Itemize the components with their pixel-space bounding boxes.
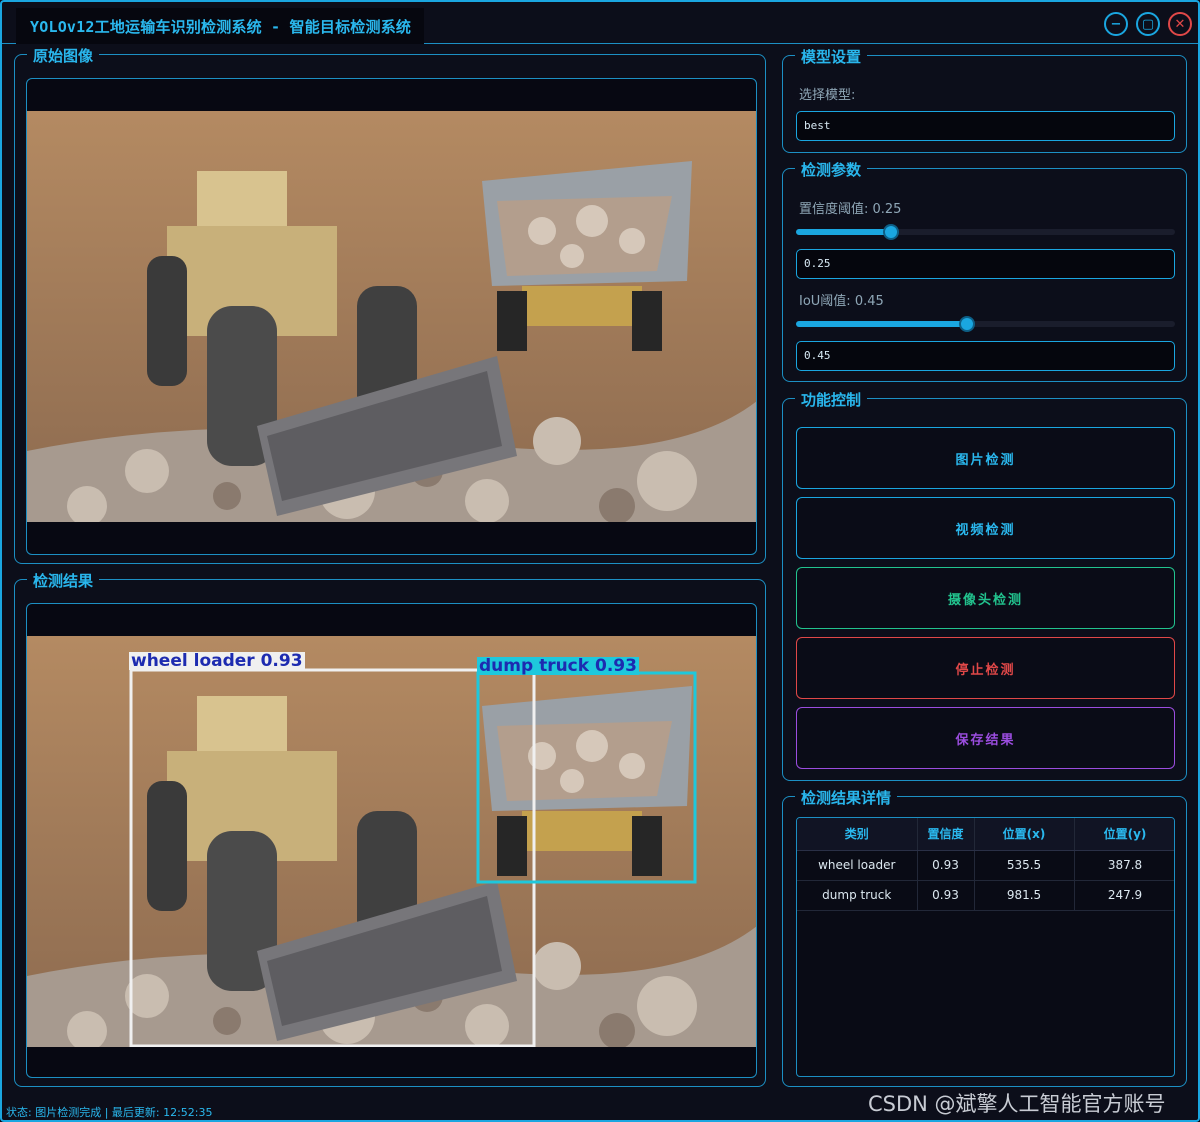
close-icon: ✕ (1174, 16, 1186, 32)
result-image: wheel loader 0.93 dump truck 0.93 (27, 636, 756, 1047)
app-window: YOLOv12工地运输车识别检测系统 - 智能目标检测系统 − ▢ ✕ 原始图像 (0, 0, 1200, 1122)
result-image-frame: wheel loader 0.93 dump truck 0.93 (26, 603, 757, 1078)
close-button[interactable]: ✕ (1168, 12, 1192, 36)
camera-detect-button[interactable]: 摄像头检测 (796, 567, 1175, 629)
table-cell-position-y: 387.8 (1074, 850, 1174, 881)
confidence-slider-handle[interactable] (882, 224, 899, 240)
table-cell-confidence: 0.93 (917, 850, 975, 881)
iou-threshold-label: IoU阈值: 0.45 (799, 294, 884, 309)
function-controls-panel: 功能控制 图片检测 视频检测 摄像头检测 停止检测 保存结果 (782, 389, 1187, 781)
table-row[interactable]: dump truck 0.93 981.5 247.9 (797, 880, 1174, 911)
detection-params-panel: 检测参数 置信度阈值: 0.25 0.25 IoU阈值: 0.45 0.45 (782, 159, 1187, 382)
maximize-icon: ▢ (1141, 16, 1155, 32)
original-image-frame (26, 78, 757, 555)
model-select[interactable]: best (796, 111, 1175, 141)
original-image (27, 111, 756, 522)
iou-input[interactable]: 0.45 (796, 341, 1175, 371)
confidence-slider-fill (796, 229, 891, 235)
maximize-button[interactable]: ▢ (1136, 12, 1160, 36)
iou-slider-handle[interactable] (958, 316, 975, 332)
table-cell-class: dump truck (797, 880, 918, 911)
table-cell-class: wheel loader (797, 850, 918, 881)
table-cell-position-x: 535.5 (974, 850, 1075, 881)
wheel-loader-detection-label: wheel loader 0.93 (129, 651, 305, 671)
function-controls-label: 功能控制 (795, 389, 868, 410)
minimize-icon: − (1110, 16, 1122, 32)
table-cell-position-x: 981.5 (974, 880, 1075, 911)
model-settings-label: 模型设置 (795, 46, 868, 67)
detection-details-table: 类别 置信度 位置(x) 位置(y) wheel loader 0.93 535… (796, 817, 1175, 1077)
detection-result-label: 检测结果 (27, 570, 100, 591)
status-bar: 状态: 图片检测完成 | 最后更新: 12:52:35 (6, 1106, 213, 1119)
image-detect-button[interactable]: 图片检测 (796, 427, 1175, 489)
column-header-class[interactable]: 类别 (797, 818, 918, 851)
column-header-position-y[interactable]: 位置(y) (1074, 818, 1174, 851)
detection-result-panel: 检测结果 wheel loader 0.93 dump truck 0.93 (14, 570, 766, 1087)
stop-detect-button[interactable]: 停止检测 (796, 637, 1175, 699)
iou-slider-fill (796, 321, 967, 327)
column-header-position-x[interactable]: 位置(x) (974, 818, 1075, 851)
detection-details-label: 检测结果详情 (795, 787, 898, 808)
detection-params-label: 检测参数 (795, 159, 868, 180)
original-image-label: 原始图像 (27, 45, 100, 66)
minimize-button[interactable]: − (1104, 12, 1128, 36)
watermark: CSDN @斌擎人工智能官方账号 (868, 1092, 1166, 1116)
detection-details-panel: 检测结果详情 类别 置信度 位置(x) 位置(y) wheel loader 0… (782, 787, 1187, 1087)
window-title: YOLOv12工地运输车识别检测系统 - 智能目标检测系统 (16, 8, 424, 44)
model-settings-panel: 模型设置 选择模型: best (782, 46, 1187, 153)
iou-slider[interactable] (796, 316, 1175, 332)
confidence-threshold-label: 置信度阈值: 0.25 (799, 202, 902, 217)
select-model-label: 选择模型: (799, 88, 856, 103)
video-detect-button[interactable]: 视频检测 (796, 497, 1175, 559)
table-header-row: 类别 置信度 位置(x) 位置(y) (797, 818, 1174, 851)
table-cell-position-y: 247.9 (1074, 880, 1174, 911)
confidence-input[interactable]: 0.25 (796, 249, 1175, 279)
original-image-panel: 原始图像 (14, 45, 766, 564)
save-result-button[interactable]: 保存结果 (796, 707, 1175, 769)
column-header-confidence[interactable]: 置信度 (917, 818, 975, 851)
table-cell-confidence: 0.93 (917, 880, 975, 911)
title-bar[interactable]: YOLOv12工地运输车识别检测系统 - 智能目标检测系统 − ▢ ✕ (2, 2, 1198, 44)
dump-truck-detection-label: dump truck 0.93 (477, 656, 639, 676)
table-row[interactable]: wheel loader 0.93 535.5 387.8 (797, 850, 1174, 881)
confidence-slider[interactable] (796, 224, 1175, 240)
